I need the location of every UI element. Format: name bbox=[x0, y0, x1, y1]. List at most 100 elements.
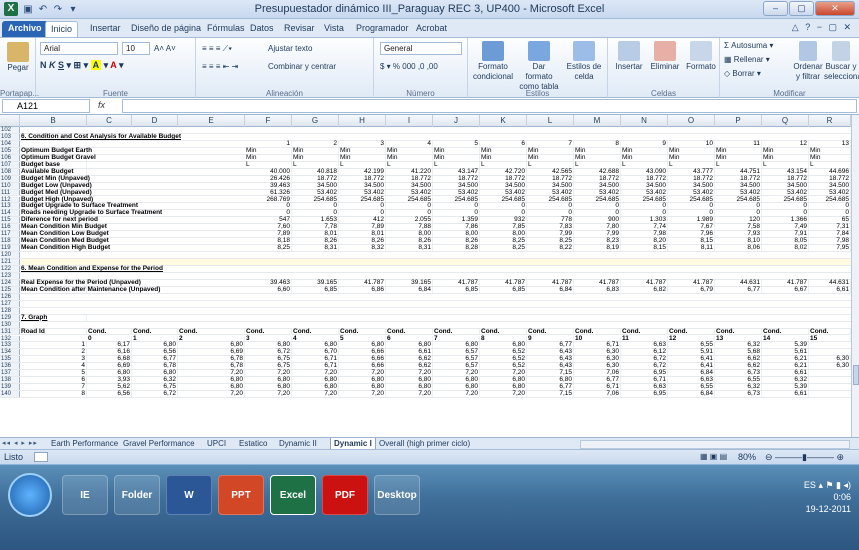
pdf-taskbar-icon[interactable]: PDF bbox=[322, 475, 368, 515]
cell[interactable]: 8,28 bbox=[433, 244, 480, 252]
cell[interactable]: Cond. bbox=[339, 328, 386, 335]
cell[interactable]: L bbox=[292, 161, 339, 168]
cell[interactable]: 6,85 bbox=[292, 286, 339, 293]
row-header[interactable]: 120 bbox=[0, 252, 20, 258]
row-header[interactable]: 126 bbox=[0, 293, 20, 300]
cell[interactable]: 41.787 bbox=[433, 279, 480, 286]
cell[interactable]: 6,72 bbox=[132, 390, 178, 398]
cell[interactable]: Min bbox=[621, 154, 668, 161]
cell[interactable]: 8,06 bbox=[715, 244, 762, 252]
scroll-thumb[interactable] bbox=[853, 365, 859, 385]
cell[interactable]: 254.685 bbox=[480, 196, 527, 203]
number-format-select[interactable]: General bbox=[380, 42, 462, 55]
cell[interactable]: 6,84 bbox=[668, 390, 715, 398]
cell[interactable]: 41.787 bbox=[668, 279, 715, 286]
cell[interactable]: Min bbox=[339, 154, 386, 161]
cell[interactable]: Cond. bbox=[809, 328, 851, 335]
cell[interactable]: Min bbox=[386, 147, 433, 154]
cell[interactable]: 6,56 bbox=[87, 390, 132, 398]
cell[interactable]: Cond. bbox=[480, 328, 527, 335]
cell[interactable]: 12 bbox=[762, 140, 809, 147]
column-header-R[interactable]: R bbox=[809, 115, 851, 127]
cell[interactable]: Cond. bbox=[621, 328, 668, 335]
cell[interactable]: 53.402 bbox=[386, 189, 433, 196]
cell[interactable]: 6,77 bbox=[715, 286, 762, 293]
delete-button[interactable]: Eliminar bbox=[648, 41, 682, 72]
cell[interactable]: 1 bbox=[20, 342, 87, 349]
cell[interactable]: 8,32 bbox=[339, 244, 386, 252]
align-icons[interactable]: ≡ ≡ ≡ ⟋▾ bbox=[202, 44, 232, 54]
cell[interactable]: 7,20 bbox=[480, 390, 527, 398]
clock-date[interactable]: 19-12-2011 bbox=[806, 504, 851, 514]
row-header[interactable]: 108 bbox=[0, 168, 20, 175]
cell[interactable]: 0 bbox=[527, 203, 574, 210]
cell[interactable]: 0 bbox=[762, 203, 809, 210]
column-header-J[interactable]: J bbox=[433, 115, 480, 127]
cell[interactable]: 44.751 bbox=[715, 168, 762, 175]
cell[interactable]: 39.165 bbox=[386, 279, 433, 286]
cell[interactable]: 268.769 bbox=[245, 196, 292, 203]
tab-revisar[interactable]: Revisar bbox=[282, 21, 317, 37]
cell[interactable]: 53.402 bbox=[762, 189, 809, 196]
cell[interactable]: 7,20 bbox=[433, 390, 480, 398]
word-taskbar-icon[interactable]: W bbox=[166, 475, 212, 515]
cell[interactable]: Min bbox=[292, 147, 339, 154]
cell[interactable]: 6,83 bbox=[574, 286, 621, 293]
clock-time[interactable]: 0:06 bbox=[833, 492, 851, 502]
cell[interactable]: 34.500 bbox=[762, 182, 809, 189]
cell[interactable]: 254.685 bbox=[621, 196, 668, 203]
cell[interactable]: 0 bbox=[574, 203, 621, 210]
cell[interactable]: 6,73 bbox=[715, 390, 762, 398]
column-header-C[interactable]: C bbox=[87, 115, 132, 127]
column-header-K[interactable]: K bbox=[480, 115, 527, 127]
cell[interactable]: 6. Mean Condition and Expense for the Pe… bbox=[20, 265, 163, 272]
cell[interactable]: 42.199 bbox=[339, 168, 386, 175]
cell[interactable]: 61.326 bbox=[245, 189, 292, 196]
cell[interactable]: Min bbox=[245, 154, 292, 161]
row-header[interactable]: 129 bbox=[0, 314, 20, 321]
formula-bar[interactable] bbox=[122, 99, 857, 113]
select-all-corner[interactable] bbox=[0, 115, 20, 127]
cell[interactable]: 5 bbox=[433, 140, 480, 147]
cell[interactable]: 53.402 bbox=[809, 189, 851, 196]
merge-center-button[interactable]: Combinar y centrar bbox=[268, 62, 336, 72]
cell[interactable]: Cond. bbox=[574, 328, 621, 335]
cell[interactable]: L bbox=[433, 161, 480, 168]
cell[interactable]: 0 bbox=[292, 203, 339, 210]
format-table-button[interactable]: Dar formato como tabla bbox=[518, 41, 560, 92]
cell[interactable]: 44.631 bbox=[809, 279, 851, 286]
cell[interactable]: Cond. bbox=[292, 328, 339, 335]
cell[interactable]: 5 bbox=[20, 369, 87, 377]
row-header[interactable]: 133 bbox=[0, 342, 20, 348]
cell[interactable]: Min bbox=[339, 147, 386, 154]
cell[interactable]: L bbox=[668, 161, 715, 168]
cell[interactable]: 43.090 bbox=[621, 168, 668, 175]
cell[interactable]: 43.777 bbox=[668, 168, 715, 175]
row-header[interactable]: 130 bbox=[0, 321, 20, 328]
worksheet-grid[interactable]: BCDEFGHIJKLMNOPQR 102 103 6. Condition and… bbox=[0, 115, 851, 437]
row-header[interactable]: 128 bbox=[0, 307, 20, 314]
cell[interactable]: Min bbox=[668, 147, 715, 154]
row-header[interactable]: 116 bbox=[0, 224, 20, 230]
cell[interactable]: 44.631 bbox=[715, 279, 762, 286]
view-buttons[interactable]: ▦ ▣ ▤ bbox=[700, 452, 727, 461]
cell[interactable]: L bbox=[245, 161, 292, 168]
cell[interactable]: Cond. bbox=[668, 328, 715, 335]
cell[interactable]: 41.787 bbox=[621, 279, 668, 286]
cell[interactable]: 8,15 bbox=[621, 244, 668, 252]
cell[interactable]: 39.463 bbox=[245, 279, 292, 286]
cell[interactable]: 8,02 bbox=[762, 244, 809, 252]
start-button[interactable] bbox=[8, 473, 52, 517]
font-size-select[interactable]: 10 bbox=[122, 42, 150, 55]
cell[interactable]: Min bbox=[715, 147, 762, 154]
cell[interactable]: 34.500 bbox=[339, 182, 386, 189]
maximize-button[interactable]: ▢ bbox=[789, 1, 814, 16]
cell[interactable]: 11 bbox=[715, 140, 762, 147]
column-header-M[interactable]: M bbox=[574, 115, 621, 127]
row-header[interactable]: 118 bbox=[0, 238, 20, 244]
cell[interactable]: 34.500 bbox=[715, 182, 762, 189]
row-header[interactable]: 113 bbox=[0, 203, 20, 209]
column-header-F[interactable]: F bbox=[245, 115, 292, 127]
cell[interactable]: 34.500 bbox=[386, 182, 433, 189]
cell[interactable]: 254.685 bbox=[386, 196, 433, 203]
